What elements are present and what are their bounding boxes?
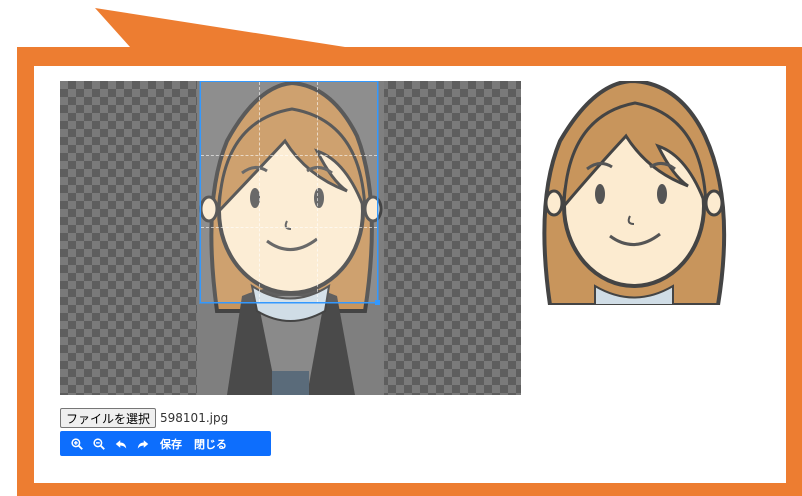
rotate-left-icon: [115, 439, 127, 448]
zoom-in-icon: [71, 437, 83, 450]
close-button[interactable]: 閉じる: [188, 431, 233, 456]
crop-guide-line: [201, 154, 377, 156]
cropper-toolbar: 保存 閉じる: [60, 431, 271, 456]
zoom-out-icon: [93, 437, 105, 450]
preview-image: [542, 81, 727, 305]
rotate-right-button[interactable]: [132, 431, 154, 456]
choose-file-button[interactable]: ファイルを選択: [60, 408, 157, 428]
rotate-right-icon: [137, 439, 149, 448]
zoom-in-button[interactable]: [66, 431, 88, 456]
crop-box[interactable]: [199, 81, 380, 305]
crop-resize-handle[interactable]: [375, 300, 380, 305]
file-input[interactable]: ファイルを選択 598101.jpg: [60, 407, 228, 429]
crop-guide-line: [317, 82, 319, 302]
crop-guide-line: [259, 82, 261, 302]
selected-file-name: 598101.jpg: [160, 411, 229, 425]
crop-preview: [540, 81, 728, 305]
crop-guide-line: [201, 227, 377, 229]
rotate-left-button[interactable]: [110, 431, 132, 456]
save-button[interactable]: 保存: [154, 431, 188, 456]
image-cropper[interactable]: [60, 81, 521, 395]
zoom-out-button[interactable]: [88, 431, 110, 456]
